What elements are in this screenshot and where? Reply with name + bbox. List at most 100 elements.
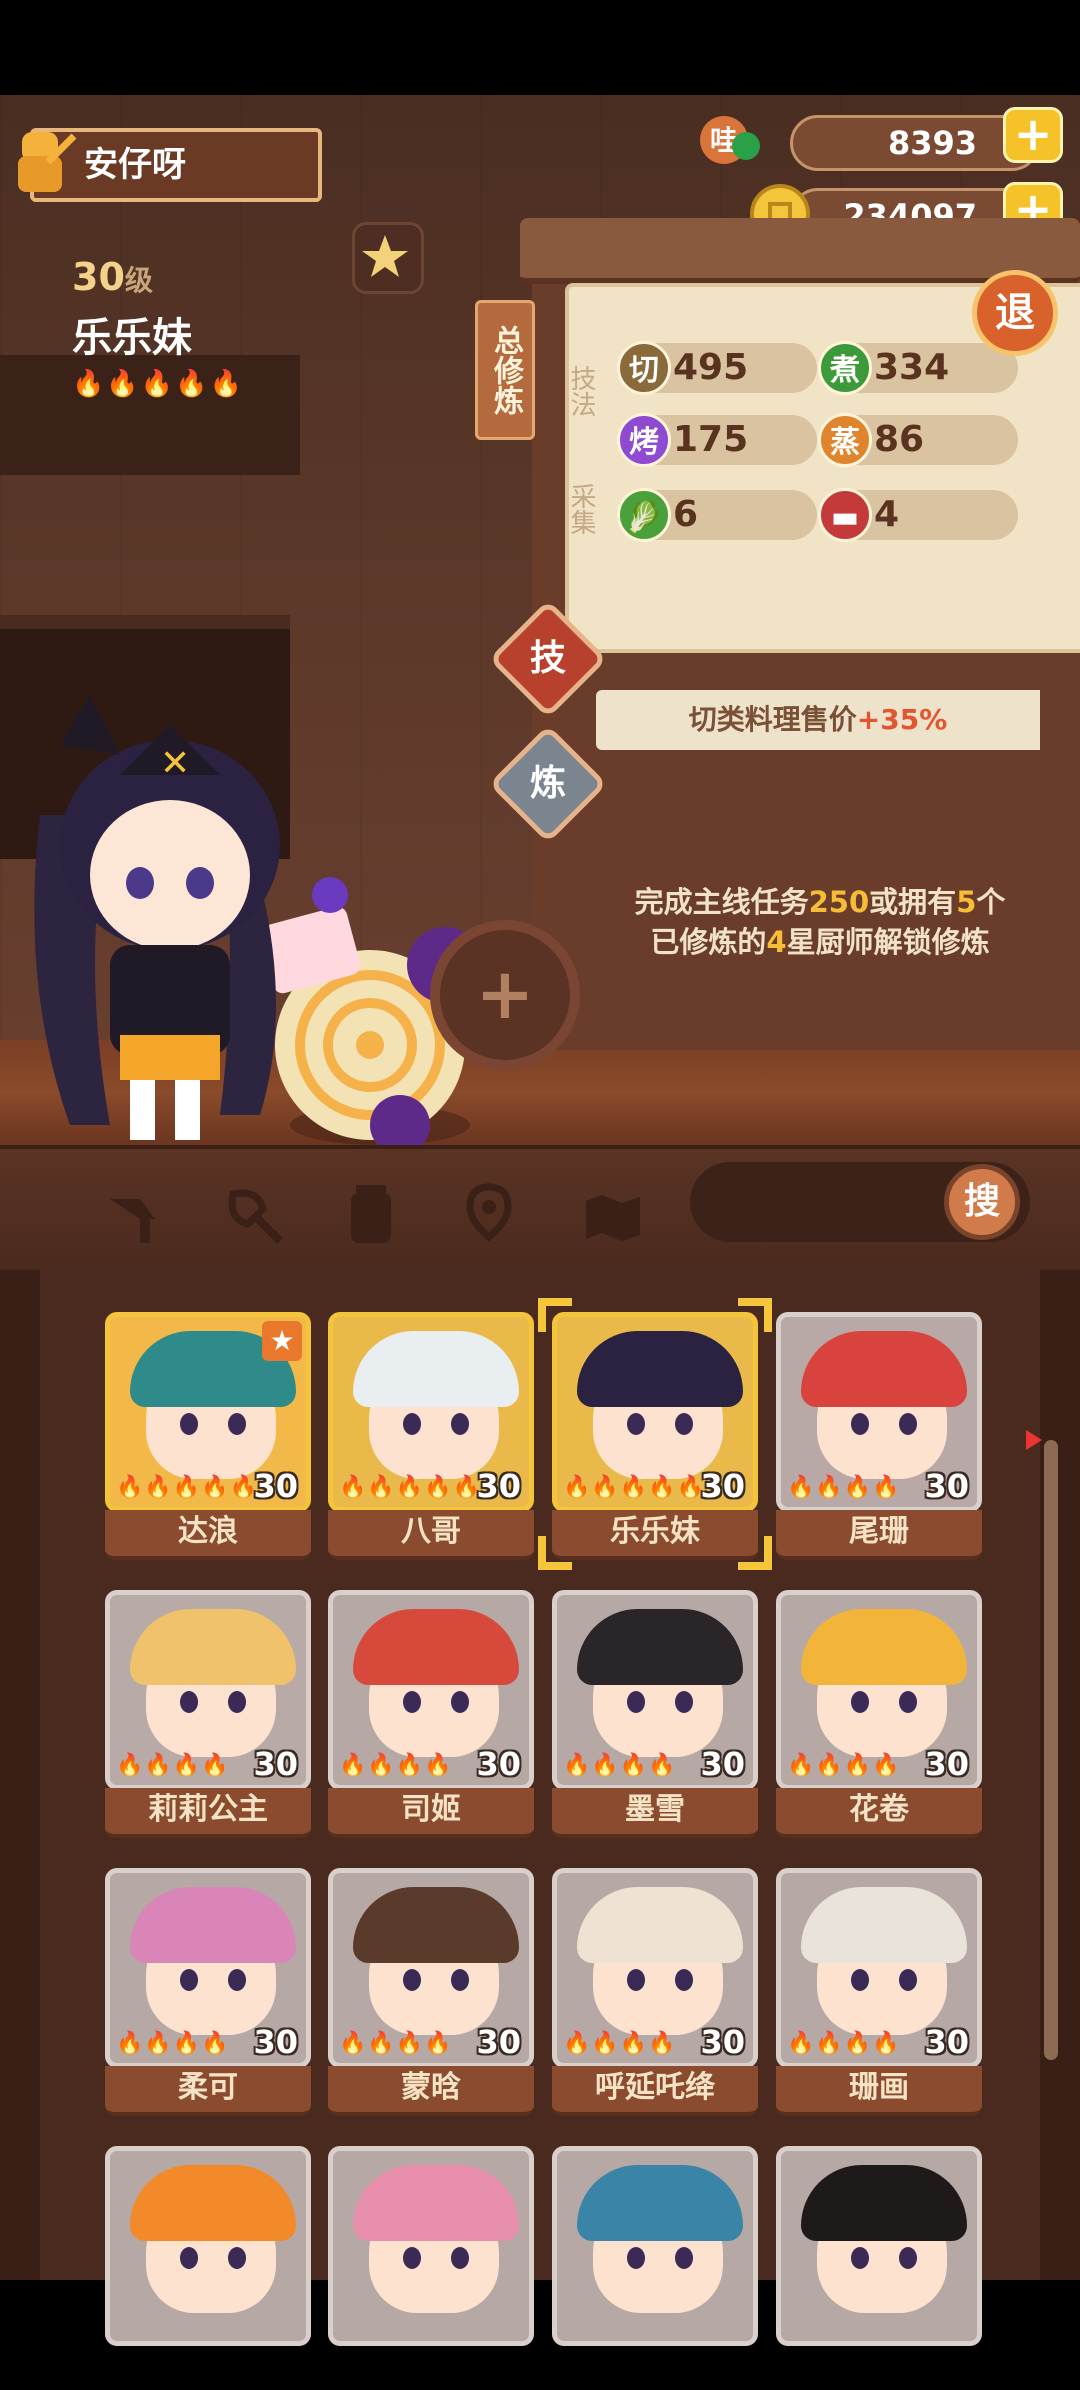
chef-eye: [451, 1969, 469, 1991]
chef-eye: [180, 1691, 198, 1713]
chef-card[interactable]: 🔥🔥🔥🔥🔥 30 八哥: [328, 1312, 534, 1560]
chef-eye: [675, 2247, 693, 2269]
chef-hair: [577, 1331, 743, 1407]
character-level: 30级: [72, 255, 153, 299]
refine-unlock-hint: 完成主线任务250或拥有5个 已修炼的4星厨师解锁修炼: [634, 885, 1006, 959]
chef-star-rating: 🔥🔥🔥🔥🔥: [116, 1475, 258, 1500]
selection-bracket: [538, 1298, 572, 1332]
gem-amount: 8393: [887, 124, 977, 162]
chef-hair: [801, 1887, 967, 1963]
favorite-lamp[interactable]: [352, 222, 424, 294]
chef-card[interactable]: [328, 2146, 534, 2390]
chef-portrait: 🔥🔥🔥🔥 30: [776, 1590, 982, 1790]
knife-icon[interactable]: [100, 1179, 170, 1249]
chef-portrait: 🔥🔥🔥🔥 30: [776, 1868, 982, 2068]
chef-card[interactable]: 🔥🔥🔥🔥 30 司姬: [328, 1590, 534, 1838]
player-name-badge[interactable]: 安仔呀: [18, 128, 322, 202]
chef-portrait: 🔥🔥🔥🔥🔥 30 ★: [105, 1312, 311, 1512]
chef-star-rating: 🔥🔥🔥🔥: [787, 1753, 901, 1778]
shovel-icon[interactable]: [218, 1179, 288, 1249]
buy-gems-button[interactable]: +: [1003, 107, 1063, 163]
chef-card[interactable]: 🔥🔥🔥🔥 30 蒙晗: [328, 1868, 534, 2116]
chef-name: 达浪: [105, 1510, 311, 1560]
add-equipment-button[interactable]: +: [430, 920, 580, 1070]
chef-eye: [675, 1691, 693, 1713]
chef-eye: [180, 2247, 198, 2269]
character-name: 乐乐妹: [72, 315, 192, 361]
chef-portrait: [328, 2146, 534, 2346]
star-icon: [362, 235, 408, 277]
chef-card[interactable]: 🔥🔥🔥🔥 30 莉莉公主: [105, 1590, 311, 1838]
character-illustration: ✕: [34, 695, 483, 1145]
steam-icon: 蒸: [818, 413, 872, 467]
map-icon[interactable]: [578, 1179, 648, 1249]
chef-card[interactable]: [105, 2146, 311, 2390]
meat-icon: ▬: [818, 488, 872, 542]
chef-level: 30: [700, 1745, 745, 1783]
chef-eye: [451, 1413, 469, 1435]
chef-level: 30: [253, 1467, 298, 1505]
skill-tab[interactable]: 技: [506, 617, 590, 701]
chef-card[interactable]: [552, 2146, 758, 2390]
chef-eye: [675, 1413, 693, 1435]
chef-card[interactable]: [776, 2146, 982, 2390]
chef-name: 尾珊: [776, 1510, 982, 1560]
roster-scrollbar[interactable]: [1044, 1440, 1058, 2060]
chef-star-rating: 🔥🔥🔥🔥: [339, 2031, 453, 2056]
stat-vegetable: 🥬 6: [617, 488, 817, 542]
status-bar: [0, 0, 1080, 95]
chef-name: 呼延吒绛: [552, 2066, 758, 2116]
chef-card[interactable]: 🔥🔥🔥🔥🔥 30 ★ 达浪: [105, 1312, 311, 1560]
chef-name: 莉莉公主: [105, 1788, 311, 1838]
chef-eye: [451, 2247, 469, 2269]
chef-hair: [130, 1609, 296, 1685]
chef-eye: [180, 1969, 198, 1991]
jade-gem-icon: 哇: [700, 116, 760, 164]
chef-card[interactable]: 🔥🔥🔥🔥 30 珊画: [776, 1868, 982, 2116]
chef-level: 30: [476, 1467, 521, 1505]
chef-hair: [801, 2165, 967, 2241]
search-button[interactable]: 搜: [944, 1164, 1020, 1240]
chef-star-rating: 🔥🔥🔥🔥: [339, 1753, 453, 1778]
chef-hair: [801, 1609, 967, 1685]
character-info: 30级 乐乐妹 🔥🔥🔥🔥🔥: [72, 255, 244, 399]
chef-portrait: [552, 2146, 758, 2346]
cut-icon: 切: [617, 341, 671, 395]
player-name: 安仔呀: [84, 145, 186, 185]
chef-card[interactable]: 🔥🔥🔥🔥 30 呼延吒绛: [552, 1868, 758, 2116]
chef-portrait: 🔥🔥🔥🔥 30: [552, 1590, 758, 1790]
svg-text:✕: ✕: [160, 743, 190, 784]
selection-bracket: [738, 1298, 772, 1332]
boil-icon: 煮: [818, 341, 872, 395]
chef-card[interactable]: 🔥🔥🔥🔥 30 墨雪: [552, 1590, 758, 1838]
chef-portrait: [105, 2146, 311, 2346]
character-stars: 🔥🔥🔥🔥🔥: [72, 369, 244, 399]
exit-button[interactable]: 退: [972, 270, 1058, 356]
chef-portrait: 🔥🔥🔥🔥 30: [552, 1868, 758, 2068]
chef-eye: [228, 1691, 246, 1713]
chef-card[interactable]: 🔥🔥🔥🔥 30 尾珊: [776, 1312, 982, 1560]
chef-star-rating: 🔥🔥🔥🔥: [563, 2031, 677, 2056]
chef-card[interactable]: 🔥🔥🔥🔥 30 柔可: [105, 1868, 311, 2116]
chef-name: 柔可: [105, 2066, 311, 2116]
chef-eye: [627, 2247, 645, 2269]
chef-eye: [851, 1413, 869, 1435]
chef-level: 30: [700, 1467, 745, 1505]
chef-hair: [577, 1887, 743, 1963]
location-icon[interactable]: [454, 1179, 524, 1249]
chef-eye: [228, 1969, 246, 1991]
selection-bracket: [738, 1536, 772, 1570]
chef-portrait: 🔥🔥🔥🔥 30: [328, 1590, 534, 1790]
chef-portrait: 🔥🔥🔥🔥🔥 30: [328, 1312, 534, 1512]
chef-hair: [353, 1609, 519, 1685]
chef-star-rating: 🔥🔥🔥🔥: [116, 1753, 230, 1778]
chef-card[interactable]: 🔥🔥🔥🔥🔥 30 乐乐妹: [538, 1298, 772, 1570]
stat-roast: 烤 175: [617, 413, 817, 467]
refine-tab[interactable]: 炼: [506, 742, 590, 826]
chef-card[interactable]: 🔥🔥🔥🔥 30 花卷: [776, 1590, 982, 1838]
jar-icon[interactable]: [336, 1179, 406, 1249]
chef-name: 花卷: [776, 1788, 982, 1838]
chef-star-rating: 🔥🔥🔥🔥: [116, 2031, 230, 2056]
chef-eye: [403, 1969, 421, 1991]
chef-hair: [801, 1331, 967, 1407]
